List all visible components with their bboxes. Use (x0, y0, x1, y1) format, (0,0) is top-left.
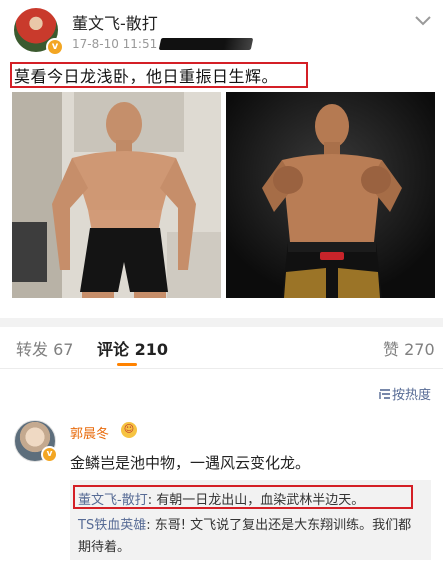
commenter-name[interactable]: 郭晨冬 (70, 423, 109, 442)
reply-separator: : (146, 518, 155, 533)
poster-name[interactable]: 董文飞-散打 (72, 10, 158, 34)
sort-by-hotness[interactable]: 按热度 (378, 384, 431, 403)
post-image-1[interactable] (12, 92, 221, 298)
tab-likes[interactable]: 赞 270 (383, 336, 435, 360)
active-tab-indicator (117, 363, 137, 366)
reply-separator: : (147, 493, 157, 508)
reply-text: 有朝一日龙出山，血染武林半边天。 (156, 493, 365, 508)
reply-item: TS铁血英雄: 东哥! 文飞说了复出还是大东翔训练。我们都期待着。 (78, 515, 418, 559)
reply-author[interactable]: TS铁血英雄 (78, 518, 146, 533)
verified-badge-icon: v (41, 446, 58, 463)
post-time: 17-8-10 11:51 (72, 37, 158, 51)
chevron-down-icon[interactable] (412, 12, 434, 30)
sort-icon (379, 389, 390, 399)
tab-comments[interactable]: 评论 210 (97, 336, 168, 360)
section-divider (0, 318, 443, 327)
post-image-2[interactable] (226, 92, 435, 298)
post-text: 莫看今日龙浅卧，他日重振日生辉。 (14, 67, 279, 86)
redaction-mark (158, 38, 254, 50)
verified-badge-icon: v (46, 38, 64, 56)
comment-text: 金鳞岂是池中物，一遇风云变化龙。 (70, 454, 311, 472)
reply-author[interactable]: 董文飞-散打 (78, 493, 148, 508)
emoji-badge-icon: ☺ (121, 422, 137, 438)
tab-reposts[interactable]: 转发 67 (16, 336, 73, 360)
tab-border (0, 368, 443, 369)
reply-item: 董文飞-散打: 有朝一日龙出山，血染武林半边天。 (78, 489, 364, 508)
sort-label: 按热度 (392, 388, 432, 403)
